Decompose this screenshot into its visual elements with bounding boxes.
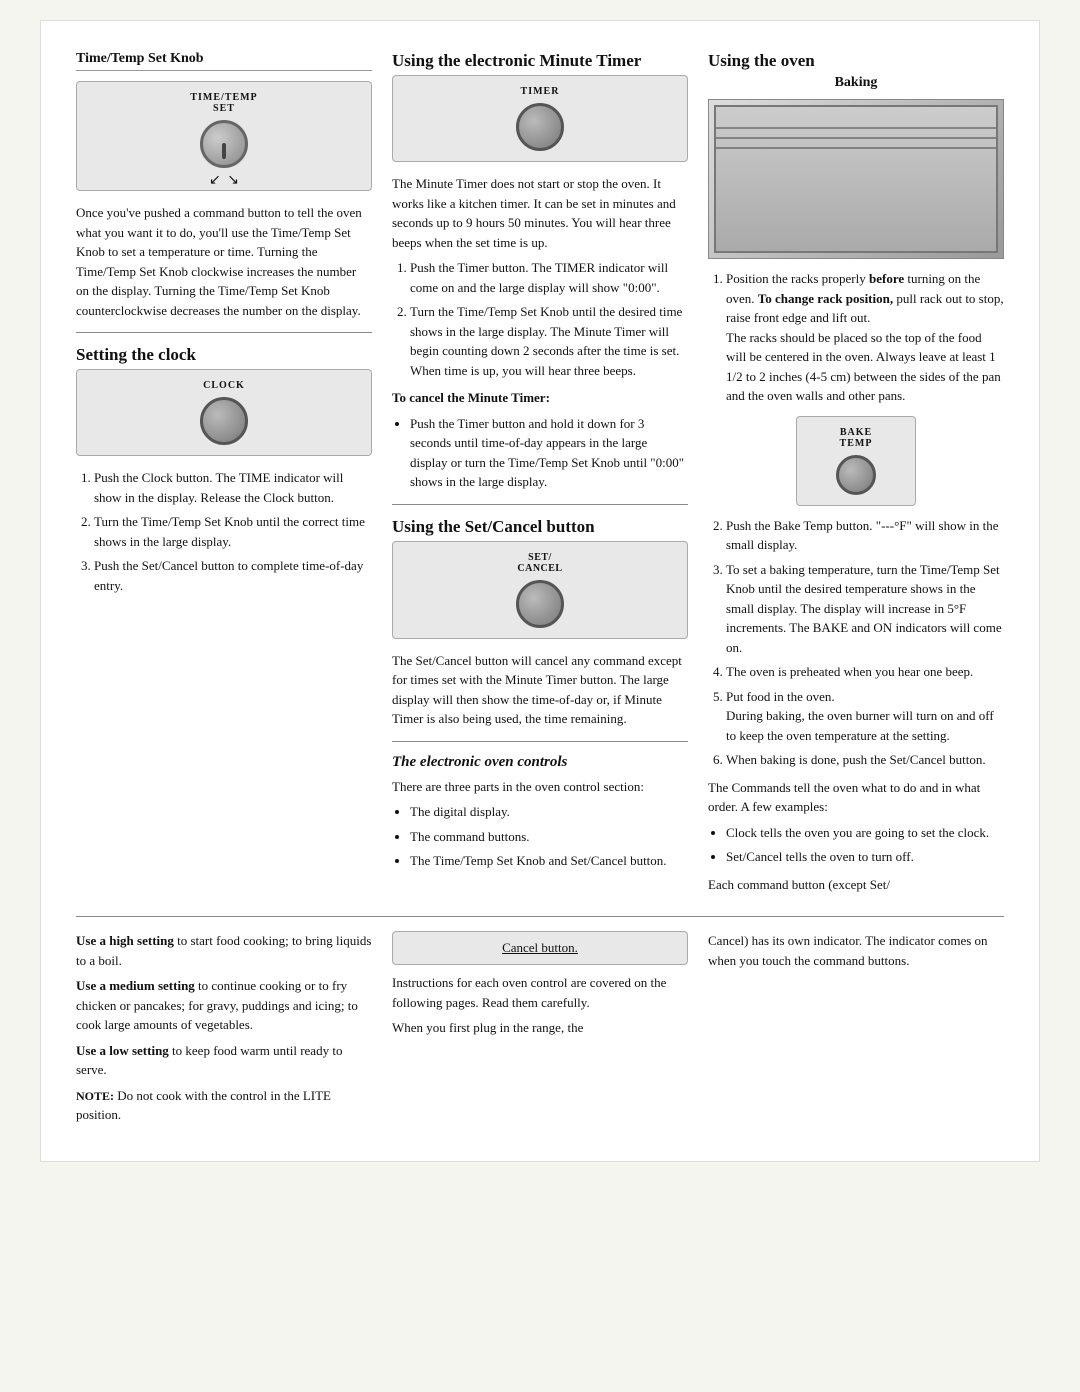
using-oven-title: Using the oven [708, 51, 1004, 71]
column-1: Time/Temp Set Knob TIME/TEMPSET Once you… [76, 51, 372, 900]
clock-step-2: Turn the Time/Temp Set Knob until the co… [94, 512, 372, 551]
column-2: Using the electronic Minute Timer TIMER … [392, 51, 688, 900]
timer-knob[interactable] [516, 103, 564, 151]
section-electronic-controls: The electronic oven controls There are t… [392, 754, 688, 871]
clock-step-1: Push the Clock button. The TIME indicato… [94, 468, 372, 507]
cancel-timer-title: To cancel the Minute Timer: [392, 388, 688, 408]
rack-line-1 [716, 127, 996, 129]
divider-1 [76, 332, 372, 333]
controls-bullets: The digital display. The command buttons… [410, 802, 688, 871]
column-3: Using the oven Baking Position the racks… [708, 51, 1004, 900]
note-text: Do not cook with the control in the LITE… [76, 1088, 331, 1123]
controls-bullet-2: The command buttons. [410, 827, 688, 847]
use-low-bold: Use a low setting [76, 1043, 169, 1058]
set-cancel-label: SET/CANCEL [403, 552, 677, 574]
clock-step-3: Push the Set/Cancel button to complete t… [94, 556, 372, 595]
baking-steps-list-2: Push the Bake Temp button. "---°F" will … [726, 516, 1004, 770]
set-cancel-title: Using the Set/Cancel button [392, 517, 688, 537]
timer-label: TIMER [403, 86, 677, 97]
each-command-text: Each command button (except Set/ [708, 875, 1004, 895]
set-cancel-box: SET/CANCEL [392, 541, 688, 639]
clock-steps-list: Push the Clock button. The TIME indicato… [94, 468, 372, 595]
use-medium-bold: Use a medium setting [76, 978, 195, 993]
section-time-temp-knob: Time/Temp Set Knob TIME/TEMPSET Once you… [76, 51, 372, 320]
cancel-timer-list: Push the Timer button and hold it down f… [410, 414, 688, 492]
baking-step-4: The oven is preheated when you hear one … [726, 662, 1004, 682]
timer-box: TIMER [392, 75, 688, 162]
bottom-grid: Use a high setting to start food cooking… [76, 916, 1004, 1131]
set-cancel-knob[interactable] [516, 580, 564, 628]
oven-rack-lines [716, 127, 996, 157]
use-high-bold: Use a high setting [76, 933, 174, 948]
timer-step-1: Push the Timer button. The TIMER indicat… [410, 258, 688, 297]
oven-illustration [708, 99, 1004, 259]
page: Time/Temp Set Knob TIME/TEMPSET Once you… [40, 20, 1040, 1162]
time-temp-title: Time/Temp Set Knob [76, 51, 372, 71]
bottom-col-3: Cancel) has its own indicator. The indic… [708, 931, 1004, 1131]
baking-step-1: Position the racks properly before turni… [726, 269, 1004, 406]
divider-3 [392, 741, 688, 742]
baking-subtitle: Baking [708, 75, 1004, 91]
bake-temp-label: BAKETEMP [807, 427, 905, 449]
time-temp-label: TIME/TEMPSET [87, 92, 361, 114]
controls-examples-text: The Commands tell the oven what to do an… [708, 778, 1004, 817]
section-set-cancel: Using the Set/Cancel button SET/CANCEL T… [392, 517, 688, 729]
oven-inner [714, 105, 998, 253]
bake-temp-knob[interactable] [836, 455, 876, 495]
controls-bullet-1: The digital display. [410, 802, 688, 822]
rack-line-2 [716, 137, 996, 139]
clock-label: CLOCK [87, 380, 361, 391]
cancel-body: Cancel) has its own indicator. The indic… [708, 931, 1004, 970]
use-medium-para: Use a medium setting to continue cooking… [76, 976, 372, 1035]
time-temp-body: Once you've pushed a command button to t… [76, 203, 372, 320]
timer-steps-list: Push the Timer button. The TIMER indicat… [410, 258, 688, 380]
clock-section-title: Setting the clock [76, 345, 372, 365]
bake-temp-box: BAKETEMP [796, 416, 916, 506]
time-temp-knob[interactable] [200, 120, 248, 168]
controls-title: The electronic oven controls [392, 754, 688, 771]
examples-list: Clock tells the oven you are going to se… [726, 823, 1004, 867]
divider-2 [392, 504, 688, 505]
controls-bullet-3: The Time/Temp Set Knob and Set/Cancel bu… [410, 851, 688, 871]
main-grid: Time/Temp Set Knob TIME/TEMPSET Once you… [76, 51, 1004, 900]
cancel-btn-body2: When you first plug in the range, the [392, 1018, 688, 1038]
use-high-para: Use a high setting to start food cooking… [76, 931, 372, 970]
arrow-indicator [209, 172, 239, 180]
minute-timer-title: Using the electronic Minute Timer [392, 51, 688, 71]
example-1: Clock tells the oven you are going to se… [726, 823, 1004, 843]
bottom-col-1: Use a high setting to start food cooking… [76, 931, 372, 1131]
cancel-btn-label: Cancel button. [405, 940, 675, 956]
timer-body: The Minute Timer does not start or stop … [392, 174, 688, 252]
example-2: Set/Cancel tells the oven to turn off. [726, 847, 1004, 867]
timer-step-2: Turn the Time/Temp Set Knob until the de… [410, 302, 688, 380]
cancel-btn-box: Cancel button. [392, 931, 688, 965]
baking-step-6: When baking is done, push the Set/Cancel… [726, 750, 1004, 770]
bottom-col-2: Cancel button. Instructions for each ove… [392, 931, 688, 1131]
section-minute-timer: Using the electronic Minute Timer TIMER … [392, 51, 688, 492]
note-para: NOTE: Do not cook with the control in th… [76, 1086, 372, 1125]
baking-step-5: Put food in the oven.During baking, the … [726, 687, 1004, 746]
clock-knob[interactable] [200, 397, 248, 445]
baking-step-2: Push the Bake Temp button. "---°F" will … [726, 516, 1004, 555]
section-clock: Setting the clock CLOCK Push the Clock b… [76, 345, 372, 595]
cancel-timer-step-1: Push the Timer button and hold it down f… [410, 414, 688, 492]
section-using-oven: Using the oven Baking Position the racks… [708, 51, 1004, 894]
cancel-btn-body: Instructions for each oven control are c… [392, 973, 688, 1012]
baking-steps-list: Position the racks properly before turni… [726, 269, 1004, 406]
use-low-para: Use a low setting to keep food warm unti… [76, 1041, 372, 1080]
baking-step-3: To set a baking temperature, turn the Ti… [726, 560, 1004, 658]
controls-body: There are three parts in the oven contro… [392, 777, 688, 797]
note-label: NOTE: [76, 1089, 114, 1103]
set-cancel-body: The Set/Cancel button will cancel any co… [392, 651, 688, 729]
time-temp-knob-box: TIME/TEMPSET [76, 81, 372, 191]
rack-line-3 [716, 147, 996, 149]
clock-box: CLOCK [76, 369, 372, 456]
